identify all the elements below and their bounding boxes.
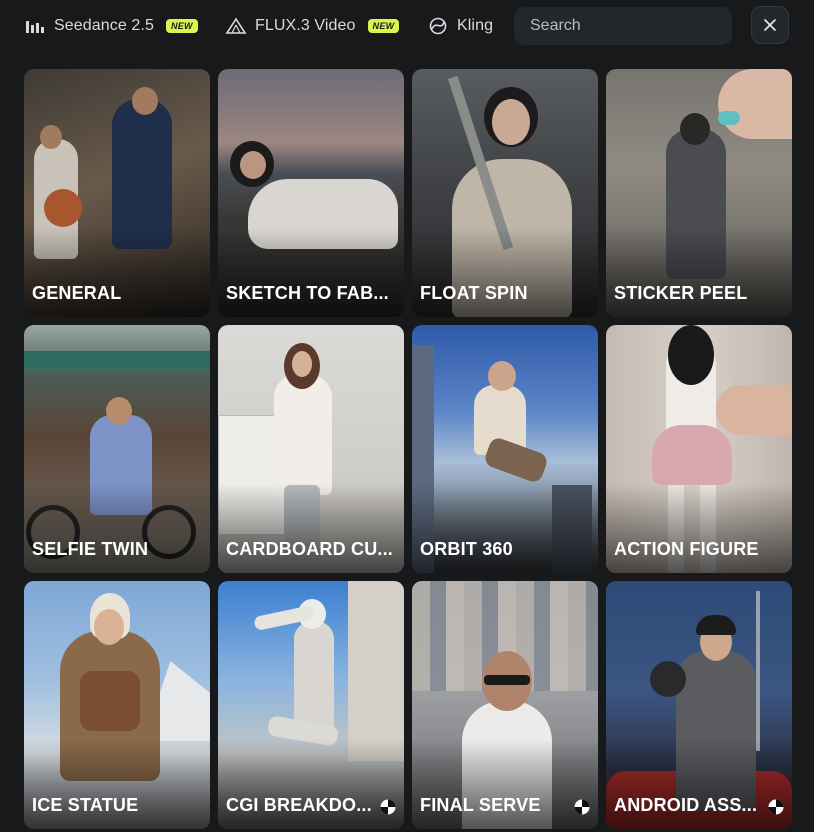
template-card-float-spin[interactable]: FLOAT SPIN [412, 69, 598, 317]
tab-kling[interactable]: Kling [427, 12, 493, 40]
tab-label: FLUX.3 Video [255, 17, 356, 34]
template-card-orbit-360[interactable]: ORBIT 360 [412, 325, 598, 573]
template-card-sketch-to-fab[interactable]: SKETCH TO FAB... [218, 69, 404, 317]
template-card-cardboard-cutout[interactable]: CARDBOARD CU... [218, 325, 404, 573]
template-card-cgi-breakdown[interactable]: CGI BREAKDO... [218, 581, 404, 829]
card-title: ACTION FIGURE [614, 539, 759, 559]
triangle-icon [225, 16, 247, 36]
card-title: ORBIT 360 [420, 539, 513, 559]
checkered-icon [768, 799, 784, 815]
close-icon [764, 19, 776, 31]
top-bar: Seedance 2.5 NEW FLUX.3 Video NEW Kling [0, 0, 814, 54]
template-grid: GENERAL SKETCH TO FAB... FLOAT SPIN STIC… [24, 69, 792, 829]
template-card-selfie-twin[interactable]: SELFIE TWIN [24, 325, 210, 573]
card-title: SKETCH TO FAB... [226, 283, 389, 303]
template-card-sticker-peel[interactable]: STICKER PEEL [606, 69, 792, 317]
card-title: STICKER PEEL [614, 283, 748, 303]
tab-label: Seedance 2.5 [54, 17, 154, 34]
card-title: GENERAL [32, 283, 122, 303]
template-card-android-assembly[interactable]: ANDROID ASS... [606, 581, 792, 829]
card-title: CARDBOARD CU... [226, 539, 393, 559]
checkered-icon [380, 799, 396, 815]
card-title: CGI BREAKDO... [226, 795, 372, 815]
template-card-action-figure[interactable]: ACTION FIGURE [606, 325, 792, 573]
tab-flux[interactable]: FLUX.3 Video NEW [225, 12, 400, 40]
bars-icon [24, 16, 46, 36]
card-title: ICE STATUE [32, 795, 139, 815]
tab-label: Kling [457, 17, 494, 34]
card-title: FLOAT SPIN [420, 283, 528, 303]
kling-swirl-icon [427, 16, 449, 36]
card-title: ANDROID ASS... [614, 795, 758, 815]
checkered-icon [574, 799, 590, 815]
card-title: SELFIE TWIN [32, 539, 149, 559]
card-title: FINAL SERVE [420, 795, 541, 815]
tab-seedance[interactable]: Seedance 2.5 NEW [24, 12, 198, 40]
template-card-general[interactable]: GENERAL [24, 69, 210, 317]
search-input[interactable] [514, 7, 732, 45]
template-card-final-serve[interactable]: FINAL SERVE [412, 581, 598, 829]
new-badge: NEW [367, 19, 400, 33]
template-card-ice-statue[interactable]: ICE STATUE [24, 581, 210, 829]
new-badge: NEW [165, 19, 198, 33]
close-button[interactable] [751, 6, 789, 44]
